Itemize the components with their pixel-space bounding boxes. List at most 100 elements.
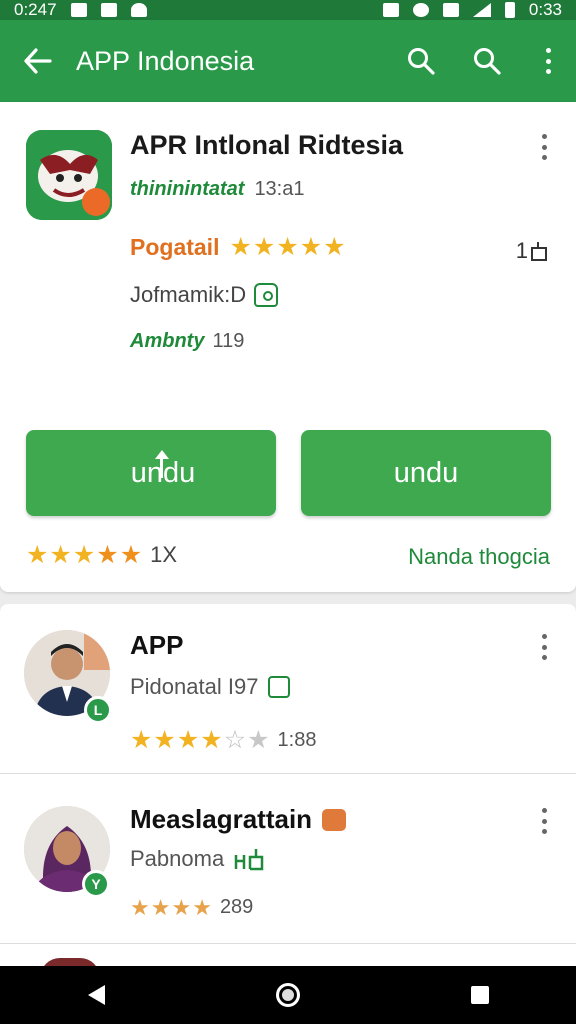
app-bar-title: APP Indonesia [76, 45, 255, 76]
status-left: 0:247 [14, 0, 147, 20]
open-button-label: undu [393, 456, 459, 489]
developer-line: thininintatat 13:a1 [130, 178, 305, 201]
item-title: APP [130, 630, 183, 661]
item-rating: ★ ★ ★ ★ 289 [130, 896, 253, 919]
more-options-button[interactable] [520, 20, 576, 102]
list-item[interactable]: Y Measlagrattain Pabnoma ★ ★ ★ ★ 289 [0, 774, 576, 944]
star-icon: ★ [299, 233, 323, 261]
app-icon [26, 130, 112, 220]
badge-text: L [93, 702, 103, 718]
search-icon [408, 48, 435, 75]
star-icon: ★ [130, 894, 150, 920]
review-count: 1 [516, 238, 550, 264]
gallery-icon [100, 3, 117, 17]
related-apps-list: L APP Pidonatal I97 ★ ★ ★ ★ ☆ ★ 1:88 Y M… [0, 604, 576, 978]
item-rating: ★ ★ ★ ★ ☆ ★ 1:88 [130, 728, 316, 753]
age-line: Ambnty 119 [130, 330, 244, 353]
app-rating-stars: ★ ★ ★ ★ ★ [229, 235, 345, 260]
star-icon: ★ [200, 726, 223, 754]
star-icon: ★ [119, 540, 143, 569]
nav-recent-button[interactable] [450, 966, 510, 1024]
rating-label: Pogatail [130, 234, 220, 260]
open-button[interactable]: undu [301, 430, 551, 516]
list-item-partial [0, 944, 576, 978]
info-line: Jofmamik:D [130, 282, 279, 308]
nav-back-button[interactable] [66, 966, 126, 1024]
footer-count: 1X [150, 542, 178, 567]
nav-home-button[interactable] [258, 966, 318, 1024]
star-icon: ★ [130, 726, 153, 754]
star-icon: ★ [176, 726, 200, 754]
navigation-bar [0, 966, 576, 1024]
star-icon: ★ [276, 233, 299, 261]
review-count-value: 1 [515, 238, 528, 263]
item-subtitle-text: Pidonatal I97 [130, 674, 259, 699]
list-item[interactable]: L APP Pidonatal I97 ★ ★ ★ ★ ☆ ★ 1:88 [0, 604, 576, 774]
item-more-button[interactable] [534, 808, 554, 834]
star-icon: ★ [72, 540, 96, 569]
badge-text: Y [91, 876, 101, 892]
app-bar: APP Indonesia [0, 20, 576, 102]
star-icon: ★ [252, 233, 276, 261]
vibrate-icon [382, 3, 399, 17]
item-more-button[interactable] [534, 634, 554, 660]
thumb-icon [531, 242, 547, 261]
signal-icon [472, 3, 491, 17]
item-rating-stars: ★ ★ ★ ★ [130, 894, 212, 920]
verified-badge: L [84, 696, 112, 724]
info-text: Jofmamik:D [130, 282, 247, 307]
star-outline-icon: ☆ [223, 726, 247, 754]
more-vert-icon [538, 48, 558, 74]
star-icon: ★ [323, 233, 346, 261]
footer-rating: ★ ★ ★ ★ ★ 1X [26, 542, 177, 568]
search-button-2[interactable] [454, 20, 520, 102]
home-badge-icon [254, 283, 279, 307]
status-bar: 0:247 0:33 [0, 0, 576, 20]
nav-home-icon [276, 983, 300, 1007]
nav-back-icon [87, 985, 105, 1005]
item-count: 289 [219, 896, 254, 918]
item-count: 1:88 [277, 729, 317, 751]
star-icon: ★ [229, 233, 252, 261]
developer-meta: 13:a1 [254, 178, 305, 200]
download-badge-icon [268, 676, 291, 698]
item-title: Measlagrattain [130, 804, 347, 835]
upload-arrow-icon [155, 450, 170, 480]
item-subtitle: Pabnoma [130, 846, 274, 872]
star-icon: ★ [26, 540, 49, 569]
star-icon: ★ [96, 540, 119, 569]
battery-icon [504, 2, 515, 18]
location-icon [412, 3, 429, 17]
bluetooth-icon [442, 3, 459, 17]
age-value: 119 [212, 330, 245, 352]
app-mini-icon [322, 808, 347, 831]
age-label: Ambnty [130, 330, 205, 352]
back-button[interactable] [0, 20, 76, 102]
footer-link[interactable]: Nanda thogcia [408, 544, 550, 570]
download-badge-icon [234, 849, 264, 871]
search-button[interactable] [388, 20, 454, 102]
star-icon: ★ [192, 894, 212, 920]
star-icon: ★ [153, 726, 176, 754]
app-title: APR Intlonal Ridtesia [130, 130, 404, 160]
nav-recent-icon [471, 986, 489, 1004]
item-rating-stars: ★ ★ ★ ★ ☆ ★ [130, 728, 270, 753]
developer-name[interactable]: thininintatat [130, 178, 244, 201]
notification-icon [70, 3, 87, 17]
status-time-left: 0:247 [14, 0, 57, 19]
star-empty-icon: ★ [247, 726, 270, 754]
search-icon [474, 48, 501, 75]
app-detail-card: APR Intlonal Ridtesia thininintatat 13:a… [0, 102, 576, 592]
item-subtitle: Pidonatal I97 [130, 674, 291, 700]
status-time-right: 0:33 [528, 0, 562, 19]
app-logo-icon [26, 130, 112, 220]
star-icon: ★ [49, 540, 72, 569]
status-right: 0:33 [382, 0, 562, 20]
verified-badge: Y [82, 870, 110, 898]
item-subtitle-text: Pabnoma [130, 846, 225, 871]
install-button[interactable]: undu [26, 430, 276, 516]
star-icon: ★ [150, 894, 171, 920]
app-more-button[interactable] [534, 134, 554, 160]
star-icon: ★ [171, 894, 192, 920]
item-title-text: Measlagrattain [130, 804, 313, 834]
